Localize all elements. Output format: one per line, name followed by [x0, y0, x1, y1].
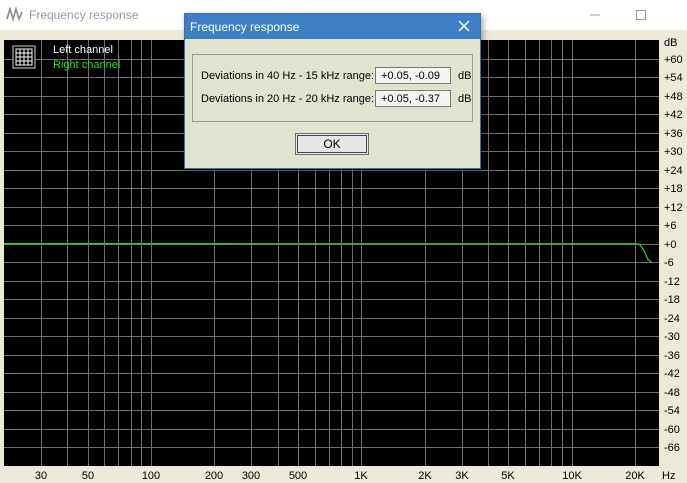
y-tick-label: -30 — [664, 331, 680, 343]
y-tick-label: +36 — [664, 128, 683, 140]
y-tick-label: -6 — [664, 257, 674, 269]
x-tick-label: 1K — [354, 470, 368, 482]
deviation-40hz-15khz-label: Deviations in 40 Hz - 15 kHz range: — [201, 70, 375, 82]
x-tick-label: 30 — [35, 470, 47, 482]
y-tick-label: -66 — [664, 442, 680, 454]
x-tick-label: 5K — [501, 470, 515, 482]
y-tick-label: -54 — [664, 405, 680, 417]
dialog-close-icon[interactable] — [456, 18, 472, 34]
y-tick-label: +48 — [664, 91, 683, 103]
y-tick-label: +42 — [664, 109, 683, 121]
x-tick-label: 20K — [625, 470, 645, 482]
deviation-20hz-20khz-value[interactable]: +0.05, -0.37 — [375, 90, 451, 107]
y-tick-label: +30 — [664, 146, 683, 158]
dialog-title: Frequency response — [190, 20, 300, 34]
y-tick-label: +6 — [664, 220, 677, 232]
dialog-titlebar[interactable]: Frequency response — [185, 14, 480, 39]
y-tick-label: -60 — [664, 424, 680, 436]
waveform-icon — [6, 6, 24, 22]
y-tick-label: -18 — [664, 294, 680, 306]
y-tick-label: -48 — [664, 387, 680, 399]
legend-right-channel: Right channel — [53, 59, 120, 71]
deviation-40hz-15khz-unit: dB — [458, 70, 472, 82]
grid-toggle-icon[interactable] — [12, 45, 36, 69]
y-tick-label: +54 — [664, 72, 683, 84]
legend-left-channel: Left channel — [53, 44, 113, 56]
y-tick-label: +12 — [664, 202, 683, 214]
maximize-icon[interactable] — [618, 0, 664, 30]
frequency-response-dialog: Frequency response Deviations in 40 Hz -… — [184, 13, 481, 169]
x-tick-label: 500 — [289, 470, 307, 482]
x-tick-label: 2K — [418, 470, 432, 482]
close-icon[interactable] — [664, 0, 687, 30]
deviation-20hz-20khz-unit: dB — [458, 93, 472, 105]
x-tick-label: 200 — [205, 470, 223, 482]
y-axis-ticks: +60 +54 +48 +42 +36 +30 +24 +18 +12 +6 +0 -6 -12 -18 -… — [664, 54, 683, 454]
y-tick-label: -24 — [664, 313, 680, 325]
y-tick-label: -36 — [664, 350, 680, 362]
y-tick-label: +18 — [664, 183, 683, 195]
x-tick-label: 10K — [562, 470, 582, 482]
x-tick-label: 300 — [242, 470, 260, 482]
x-tick-label: 3K — [455, 470, 469, 482]
y-axis-unit-label: dB — [664, 37, 677, 49]
ok-button[interactable]: OK — [295, 133, 369, 155]
x-tick-label: 100 — [142, 470, 160, 482]
deviation-40hz-15khz-value[interactable]: +0.05, -0.09 — [375, 67, 451, 84]
deviation-20hz-20khz-label: Deviations in 20 Hz - 20 kHz range: — [201, 93, 375, 105]
x-tick-label: 50 — [82, 470, 94, 482]
deviations-group: Deviations in 40 Hz - 15 kHz range: +0.0… — [192, 54, 473, 122]
y-tick-label: +24 — [664, 165, 683, 177]
main-window-title: Frequency response — [29, 8, 139, 22]
x-axis-ticks: 30 50 100 200 300 500 1K 2K 3K 5K 10K 20K — [35, 470, 646, 482]
y-tick-label: +0 — [664, 239, 677, 251]
y-tick-label: +60 — [664, 54, 683, 66]
minimize-icon[interactable] — [572, 0, 618, 30]
y-tick-label: -12 — [664, 276, 680, 288]
x-axis-unit-label: Hz — [662, 470, 675, 482]
y-tick-label: -42 — [664, 368, 680, 380]
